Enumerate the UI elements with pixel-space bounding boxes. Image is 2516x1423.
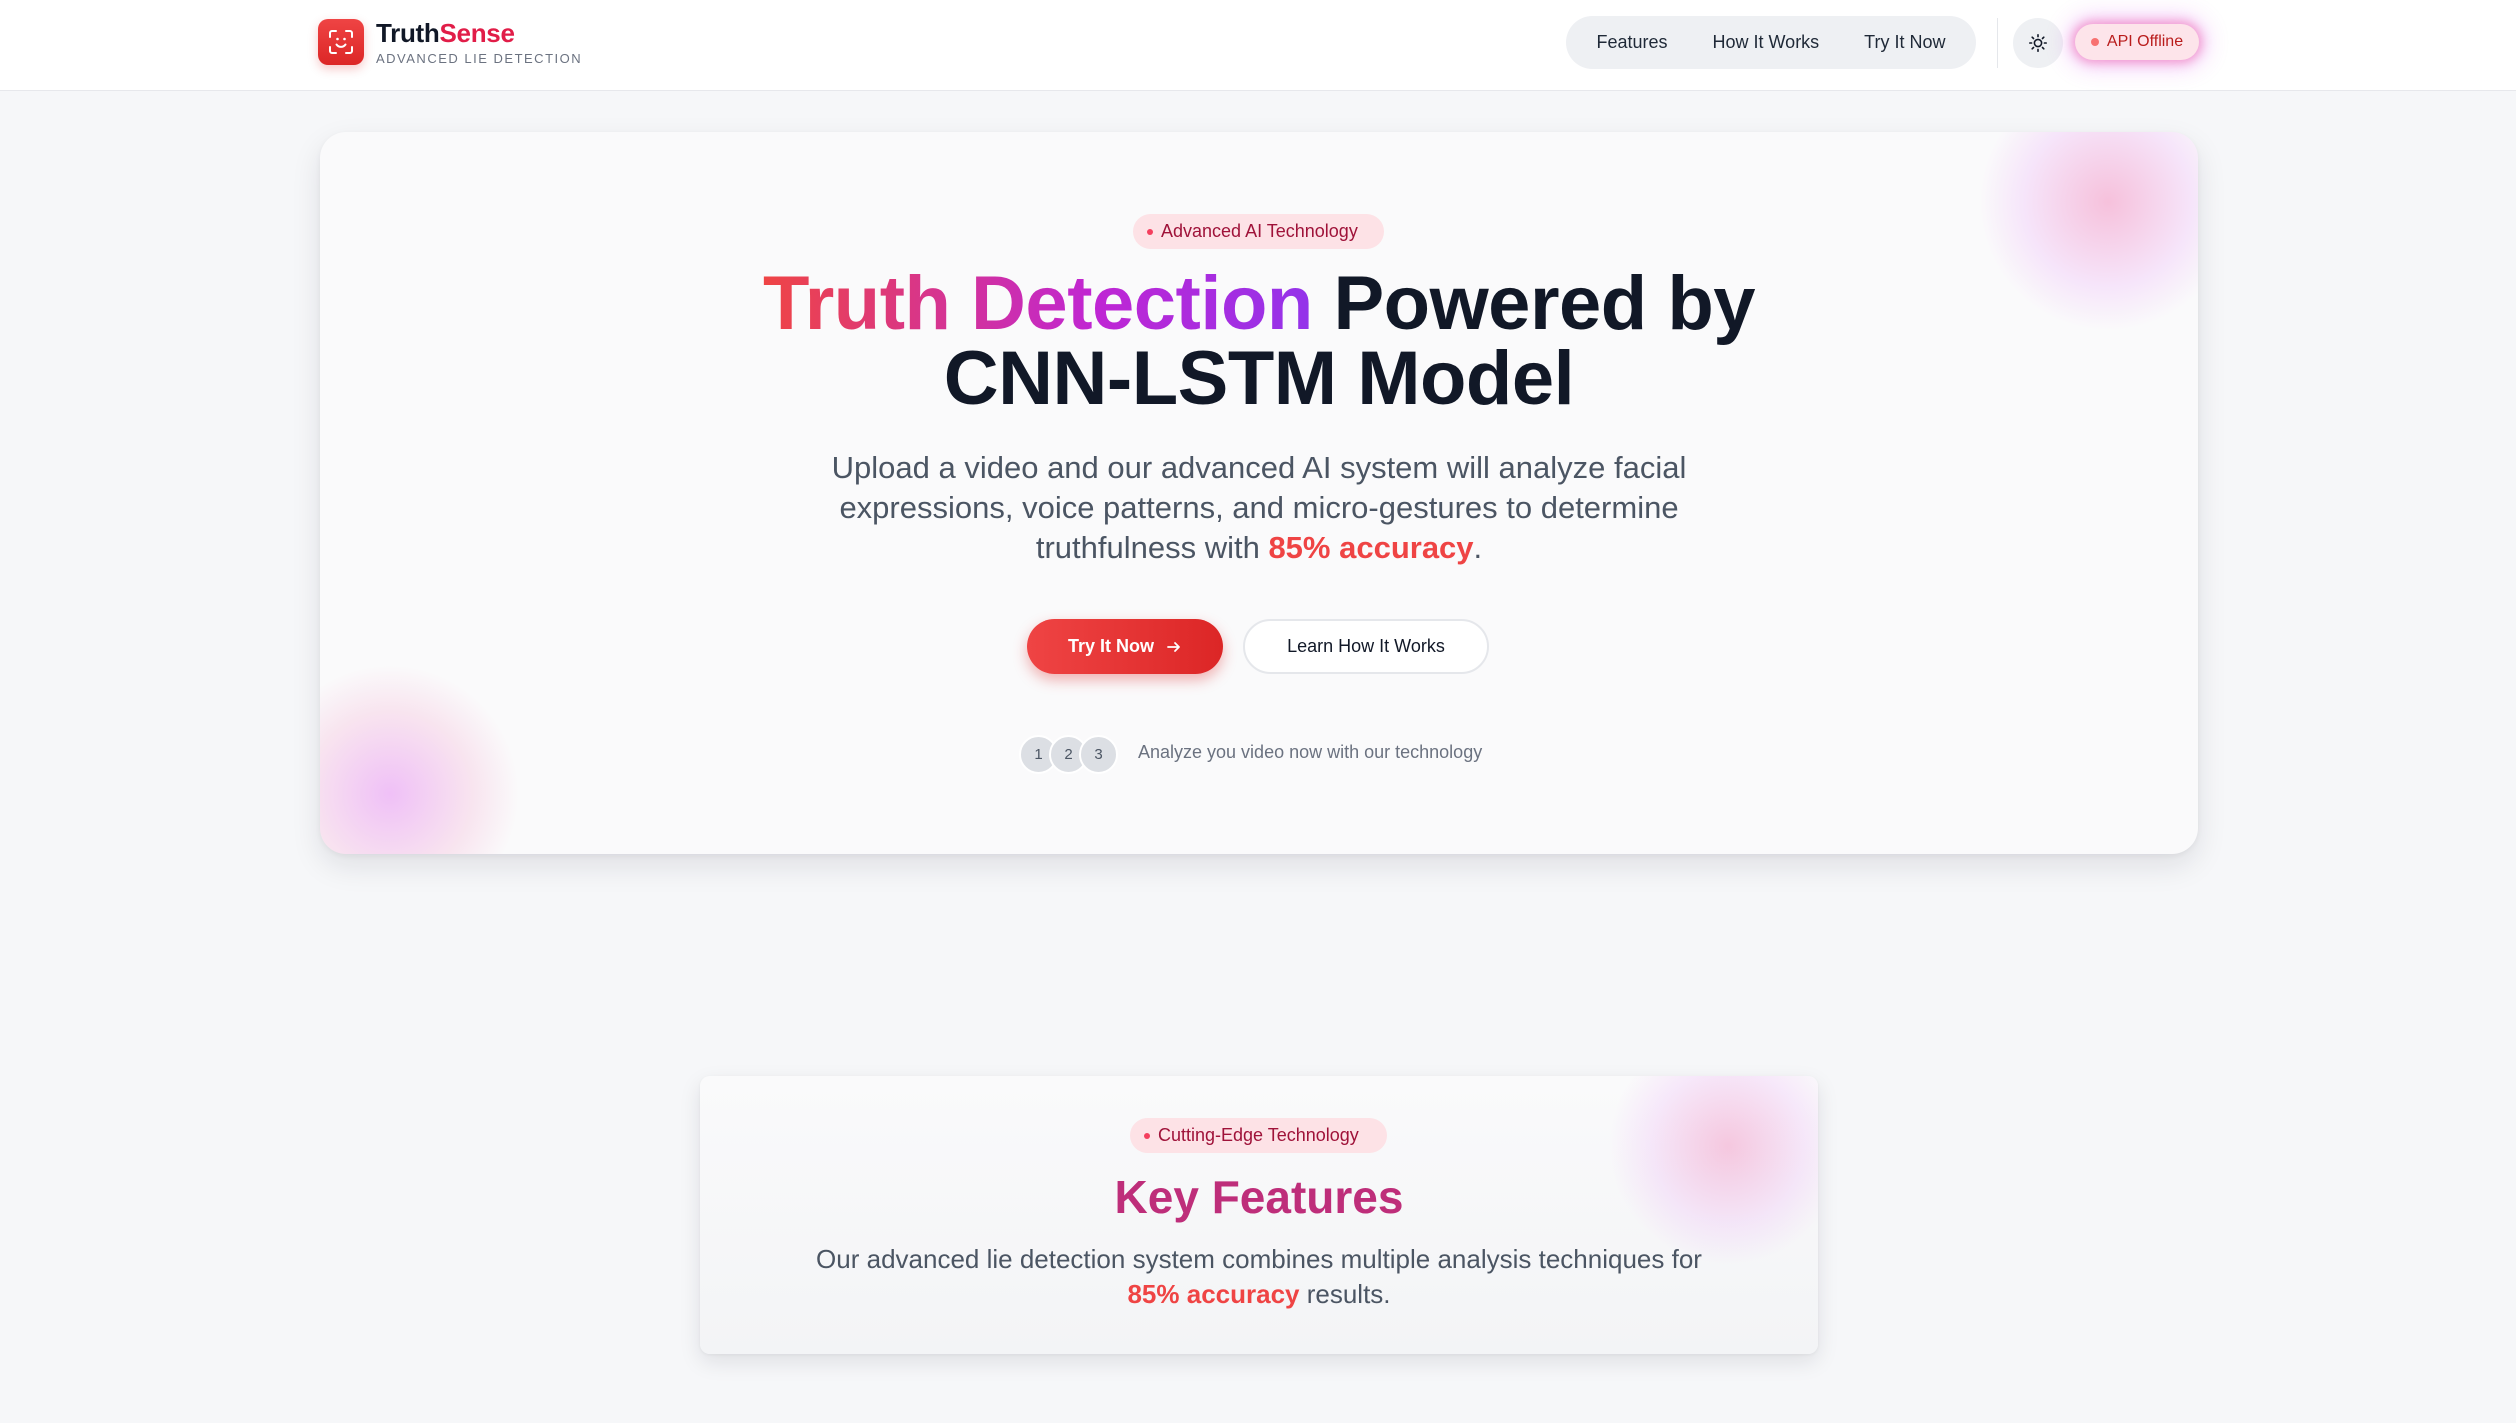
hero-title-line2: CNN-LSTM Model (943, 336, 1575, 421)
nav-how-it-works[interactable]: How It Works (1713, 32, 1820, 53)
accuracy-highlight: 85% accuracy (1127, 1279, 1300, 1309)
nav-features[interactable]: Features (1596, 32, 1667, 53)
api-status-badge: API Offline (2075, 24, 2199, 60)
sun-icon (2028, 33, 2048, 53)
hero-title: Truth Detection Powered by CNN-LSTM Mode… (320, 266, 2198, 417)
hero-description: Upload a video and our advanced AI syste… (780, 448, 1738, 568)
hero-card: Advanced AI Technology Truth Detection P… (320, 132, 2198, 854)
hero-description-end: . (1473, 530, 1483, 565)
logo-icon[interactable] (318, 19, 364, 65)
site-header: TruthSense ADVANCED LIE DETECTION Featur… (0, 0, 2516, 91)
try-it-now-label: Try It Now (1067, 636, 1154, 656)
badge-dot-icon (1147, 228, 1153, 235)
main-nav: Features How It Works Try It Now (1566, 16, 1976, 69)
hero-title-rest: Powered by (1333, 261, 1756, 346)
hero-badge-label: Advanced AI Technology (1161, 221, 1358, 241)
features-description: Our advanced lie detection system combin… (790, 1242, 1728, 1312)
theme-toggle-button[interactable] (2013, 18, 2063, 68)
decorative-glow (320, 664, 520, 854)
features-badge-label: Cutting-Edge Technology (1158, 1125, 1359, 1145)
steps-caption: Analyze you video now with our technolog… (1138, 742, 1483, 762)
nav-try-it-now[interactable]: Try It Now (1864, 32, 1945, 53)
features-description-end: results. (1299, 1279, 1391, 1309)
api-status-label: API Offline (2106, 33, 2184, 50)
header-divider (1997, 18, 1998, 68)
features-card: Cutting-Edge Technology Key Features Our… (700, 1076, 1818, 1354)
hero-badge: Advanced AI Technology (1133, 214, 1384, 249)
hero-title-highlight: Truth Detection (762, 261, 1313, 346)
hero-description-text: Upload a video and our advanced AI syste… (831, 450, 1687, 565)
accuracy-highlight: 85% accuracy (1268, 530, 1474, 565)
features-title: Key Features (1114, 1171, 1404, 1223)
face-scan-icon (329, 30, 353, 54)
features-description-text: Our advanced lie detection system combin… (816, 1244, 1702, 1274)
arrow-right-icon (1166, 639, 1182, 655)
brand-name[interactable]: TruthSense (376, 18, 515, 48)
brand-name-part2: Sense (439, 18, 515, 48)
brand-name-part1: Truth (376, 18, 440, 48)
status-dot-icon (2090, 38, 2099, 46)
brand-tagline: ADVANCED LIE DETECTION (376, 51, 583, 66)
step-badge: 3 (1079, 735, 1118, 774)
features-badge: Cutting-Edge Technology (1130, 1118, 1387, 1153)
try-it-now-button[interactable]: Try It Now (1027, 619, 1223, 674)
learn-how-it-works-button[interactable]: Learn How It Works (1243, 619, 1489, 674)
badge-dot-icon (1144, 1132, 1150, 1139)
